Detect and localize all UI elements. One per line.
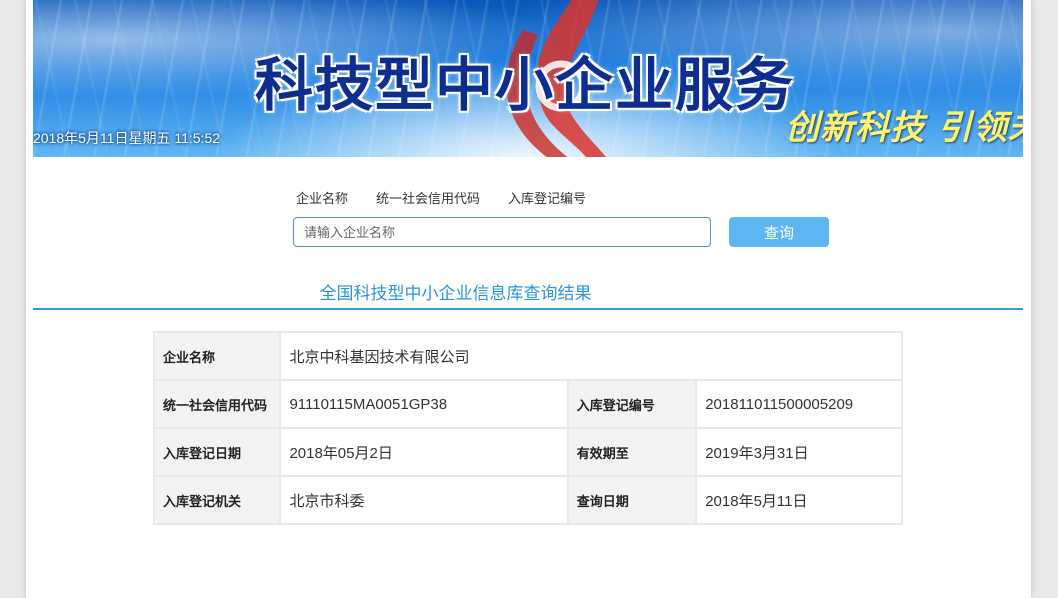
- registration-date-label: 入库登记日期: [152, 427, 282, 477]
- table-row: 企业名称 北京中科基因技术有限公司: [152, 331, 903, 381]
- results-heading: 全国科技型中小企业信息库查询结果: [319, 284, 592, 303]
- header-banner: 科技型中小企业服务 创新科技 引领未来 2018年5月11日星期五 11:5:5…: [33, 0, 1023, 157]
- credit-code-value: 91110115MA0051GP38: [279, 379, 569, 429]
- registration-date-value: 2018年05月2日: [279, 427, 569, 477]
- page-container: 科技型中小企业服务 创新科技 引领未来 2018年5月11日星期五 11:5:5…: [26, 0, 1031, 598]
- registration-number-value: 201811011500005209: [695, 379, 903, 429]
- query-date-value: 2018年5月11日: [695, 475, 903, 525]
- results-heading-row: 全国科技型中小企业信息库查询结果: [26, 279, 1031, 304]
- tab-credit-code[interactable]: 统一社会信用代码: [376, 188, 480, 207]
- query-date-label: 查询日期: [566, 475, 698, 525]
- search-button[interactable]: 查询: [729, 217, 829, 247]
- result-table: 企业名称 北京中科基因技术有限公司 统一社会信用代码 91110115MA005…: [152, 331, 903, 525]
- valid-until-value: 2019年3月31日: [695, 427, 903, 477]
- banner-title: 科技型中小企业服务: [255, 51, 796, 119]
- table-row: 统一社会信用代码 91110115MA0051GP38 入库登记编号 20181…: [152, 379, 903, 429]
- section-divider: [33, 308, 1023, 310]
- table-row: 入库登记日期 2018年05月2日 有效期至 2019年3月31日: [152, 427, 903, 477]
- current-datetime: 2018年5月11日星期五 11:5:52: [33, 130, 221, 146]
- registration-authority-label: 入库登记机关: [152, 475, 282, 525]
- company-name-label: 企业名称: [152, 331, 282, 381]
- table-row: 入库登记机关 北京市科委 查询日期 2018年5月11日: [152, 475, 903, 525]
- search-type-tabs: 企业名称 统一社会信用代码 入库登记编号: [296, 188, 586, 207]
- credit-code-label: 统一社会信用代码: [152, 379, 282, 429]
- search-input[interactable]: [293, 217, 711, 247]
- registration-number-label: 入库登记编号: [566, 379, 698, 429]
- valid-until-label: 有效期至: [566, 427, 698, 477]
- tab-registration-number[interactable]: 入库登记编号: [508, 188, 586, 207]
- tab-company-name[interactable]: 企业名称: [296, 188, 348, 207]
- company-name-value: 北京中科基因技术有限公司: [279, 331, 903, 381]
- banner-slogan: 创新科技 引领未来: [785, 108, 1023, 148]
- registration-authority-value: 北京市科委: [279, 475, 569, 525]
